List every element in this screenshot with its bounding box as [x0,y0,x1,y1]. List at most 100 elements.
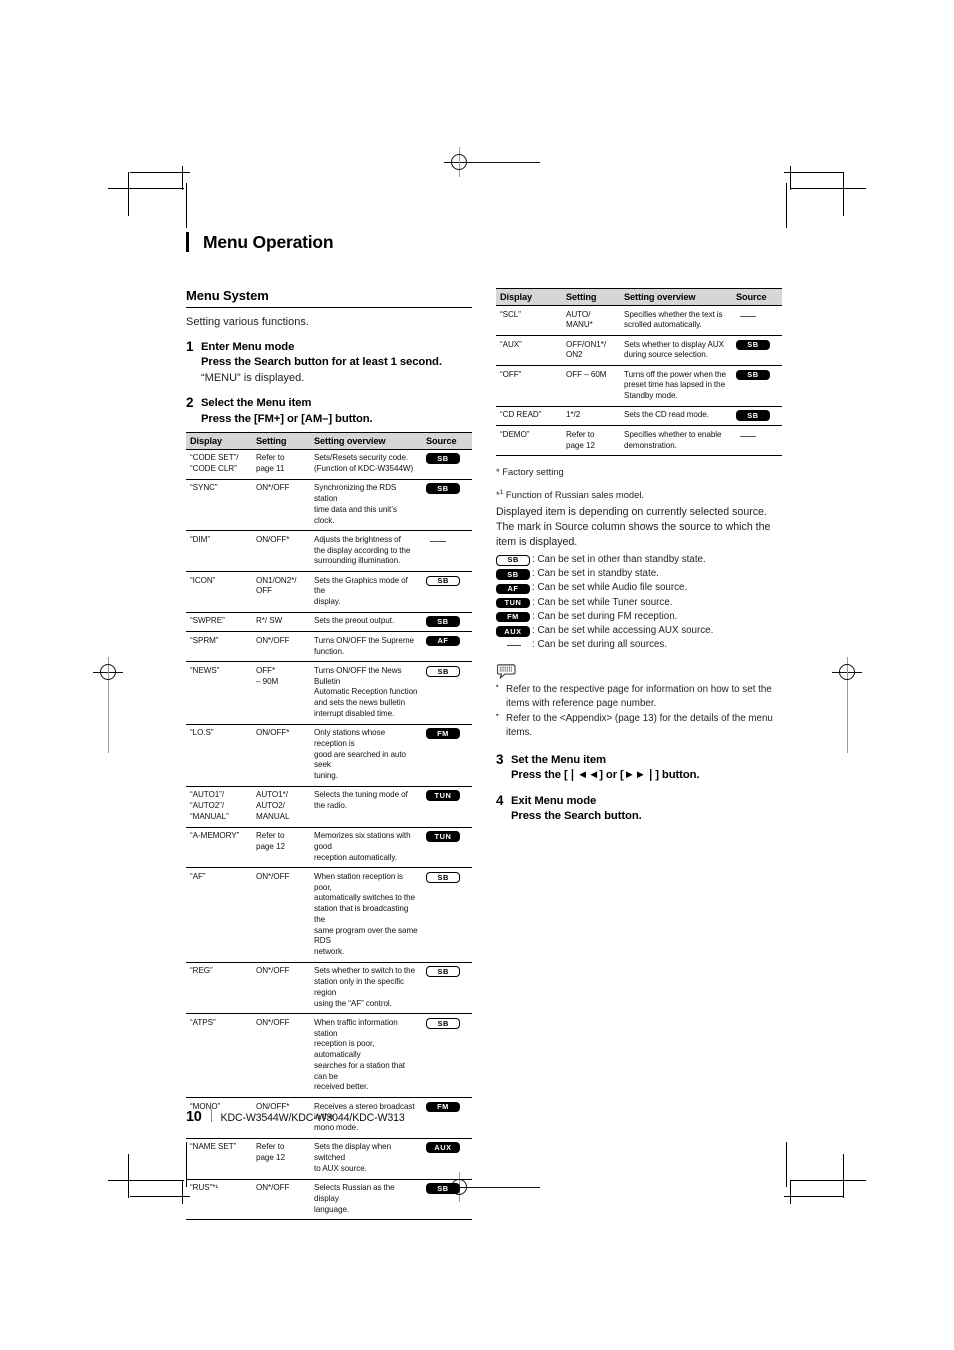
cell-overview: When traffic information station receptio… [310,1013,422,1099]
left-column: Menu System Setting various functions. 1… [186,288,472,1221]
table-row: “AUX” OFF/ON1*/ON2 Sets whether to display… [496,335,782,366]
source-badge-sb: SB [426,665,461,677]
table-row: “CD READ” 1*/2 Sets the CD read mode. SB [496,406,782,427]
legend-text: : Can be set in standby state. [532,568,659,580]
cell-display: “SCL” [496,305,562,336]
cell-overview: Sets whether to display AUX during source… [620,335,732,366]
table-row: “LO.S” ON/OFF* Only stations whose recepti… [186,724,472,787]
cell-setting: Refer to page 12 [252,827,310,869]
cell-source: SB [422,1013,472,1099]
cell-overview: Sets/Resets security code. (Function of K… [310,449,422,480]
step-2-number: 2 [186,395,194,411]
cell-source: SB [422,1179,472,1221]
legend-badge-sb: SB [496,569,530,580]
source-badge-sb: SB [736,339,770,350]
cell-display: “SYNC” [186,479,252,532]
step-4: 4 Exit Menu mode Press the Search button… [496,793,782,825]
cell-source: SB [422,661,472,725]
tip-list: Refer to the respective page for informa… [496,682,782,740]
header-source: Source [422,431,472,450]
legend-row: SB: Can be set in standby state. [496,568,782,581]
table-row: “SWPRE” R*/ SW Sets the preout output. SB [186,612,472,633]
legend-badge-tun: TUN [496,597,530,609]
table-header-row: Display Setting Setting overview Source [496,288,782,306]
cell-setting: Refer to page 12 [562,425,620,457]
tip-item: Refer to the respective page for informa… [496,682,782,711]
cell-display: “ATPS” [186,1013,252,1099]
cell-source [732,305,782,336]
step-4-number: 4 [496,793,504,809]
source-badge-sb: SB [426,1017,461,1029]
header-setting: Setting [562,288,620,306]
legend-text: : Can be set while accessing AUX source. [532,625,714,637]
source-badge-—-none [740,435,756,437]
header-overview: Setting overview [310,431,422,450]
source-explanation: Displayed item is depending on currently… [496,505,771,548]
cell-overview: Turns ON/OFF the News Bulletin Automatic … [310,661,422,725]
cell-overview: Sets the CD read mode. [620,406,732,427]
source-badge-—-none [740,315,756,317]
cell-setting: AUTO1*/AUTO2/MANUAL [252,786,310,828]
cell-source: FM [422,724,472,787]
cell-source: TUN [422,786,472,828]
cell-overview: Sets the display when switched to AUX sou… [310,1138,422,1180]
legend-badge-sb: SB [496,554,531,566]
cell-overview: Sets whether to switch to the station onl… [310,962,422,1015]
legend-badge-wrap: SB [496,554,532,566]
cell-display: “OFF” [496,365,562,407]
source-badge-tun: TUN [426,790,460,801]
note-balloon-icon [496,663,519,680]
cell-setting: 1*/2 [562,406,620,427]
cell-display: “NAME SET” [186,1138,252,1180]
footnote-russian: *1 Function of Russian sales model. [496,488,782,502]
legend-badge-wrap: SB [496,569,532,580]
header-display: Display [496,288,562,306]
menu-table-right-body: “SCL” AUTO/MANU* Specifies whether the tex… [496,305,782,457]
cell-display: “SPRM” [186,631,252,663]
legend-text: : Can be set during all sources. [532,639,668,651]
source-badge-sb: SB [736,369,770,380]
source-badge-fm: FM [426,1101,460,1113]
cell-setting: Refer to page 11 [252,449,310,480]
legend-row: AUX: Can be set while accessing AUX sour… [496,625,782,638]
menu-table-left-body: “CODE SET”/“CODE CLR” Refer to page 11 Sets… [186,449,472,1221]
table-header-row: Display Setting Setting overview Source [186,431,472,450]
cell-display: “CD READ” [496,406,562,427]
cell-source: FM [422,1097,472,1139]
cell-setting: OFF/ON1*/ON2 [562,335,620,366]
legend-badge-wrap: FM [496,611,532,623]
step-2-title: Select the Menu item [201,397,312,410]
table-row: “ATPS” ON*/OFF When traffic information st… [186,1013,472,1099]
header-source: Source [732,288,782,306]
cell-display: “RUS”*¹ [186,1179,252,1221]
cell-setting: ON*/OFF [252,479,310,532]
step-1-instruction: Press the Search button for at least 1 s… [201,356,442,369]
cell-overview: Specifies whether to enable demonstration… [620,425,732,457]
step-4-instruction: Press the Search button. [511,810,642,823]
source-badge-sb: SB [736,410,770,421]
page-number: 10 [186,1109,202,1125]
step-3: 3 Set the Menu item Press the [❘◄◄] or [… [496,752,782,784]
table-row: “AUTO1”/“AUTO2”/“MANUAL” AUTO1*/AUTO2/MAN… [186,786,472,828]
table-row: “DEMO” Refer to page 12 Specifies whether t… [496,425,782,457]
page-title: Menu Operation [186,232,786,253]
cell-source: SB [422,612,472,633]
menu-table-left: Display Setting Setting overview Source … [186,431,472,1221]
cell-display: “CODE SET”/“CODE CLR” [186,449,252,480]
step-3-title: Set the Menu item [511,753,606,766]
table-row: “CODE SET”/“CODE CLR” Refer to page 11 Sets… [186,449,472,480]
cell-setting: ON*/OFF [252,631,310,663]
cell-overview: Adjusts the brightness of the display acc… [310,530,422,573]
cell-display: “NEWS” [186,661,252,725]
table-row: “SCL” AUTO/MANU* Specifies whether the tex… [496,305,782,336]
cell-setting: ON/OFF* [252,724,310,787]
legend-text: : Can be set while Audio file source. [532,582,688,594]
cell-source: SB [732,365,782,407]
source-legend: SB: Can be set in other than standby sta… [496,554,782,652]
cell-setting: R*/ SW [252,612,310,633]
cell-overview: Selects Russian as the display language. [310,1179,422,1221]
cell-overview: Specifies whether the text is scrolled au… [620,305,732,336]
step-1-number: 1 [186,339,194,354]
table-row: “REG” ON*/OFF Sets whether to switch to th… [186,962,472,1015]
page-footer: 10 KDC-W3544W/KDC-W3044/KDC-W313 [186,1108,405,1125]
